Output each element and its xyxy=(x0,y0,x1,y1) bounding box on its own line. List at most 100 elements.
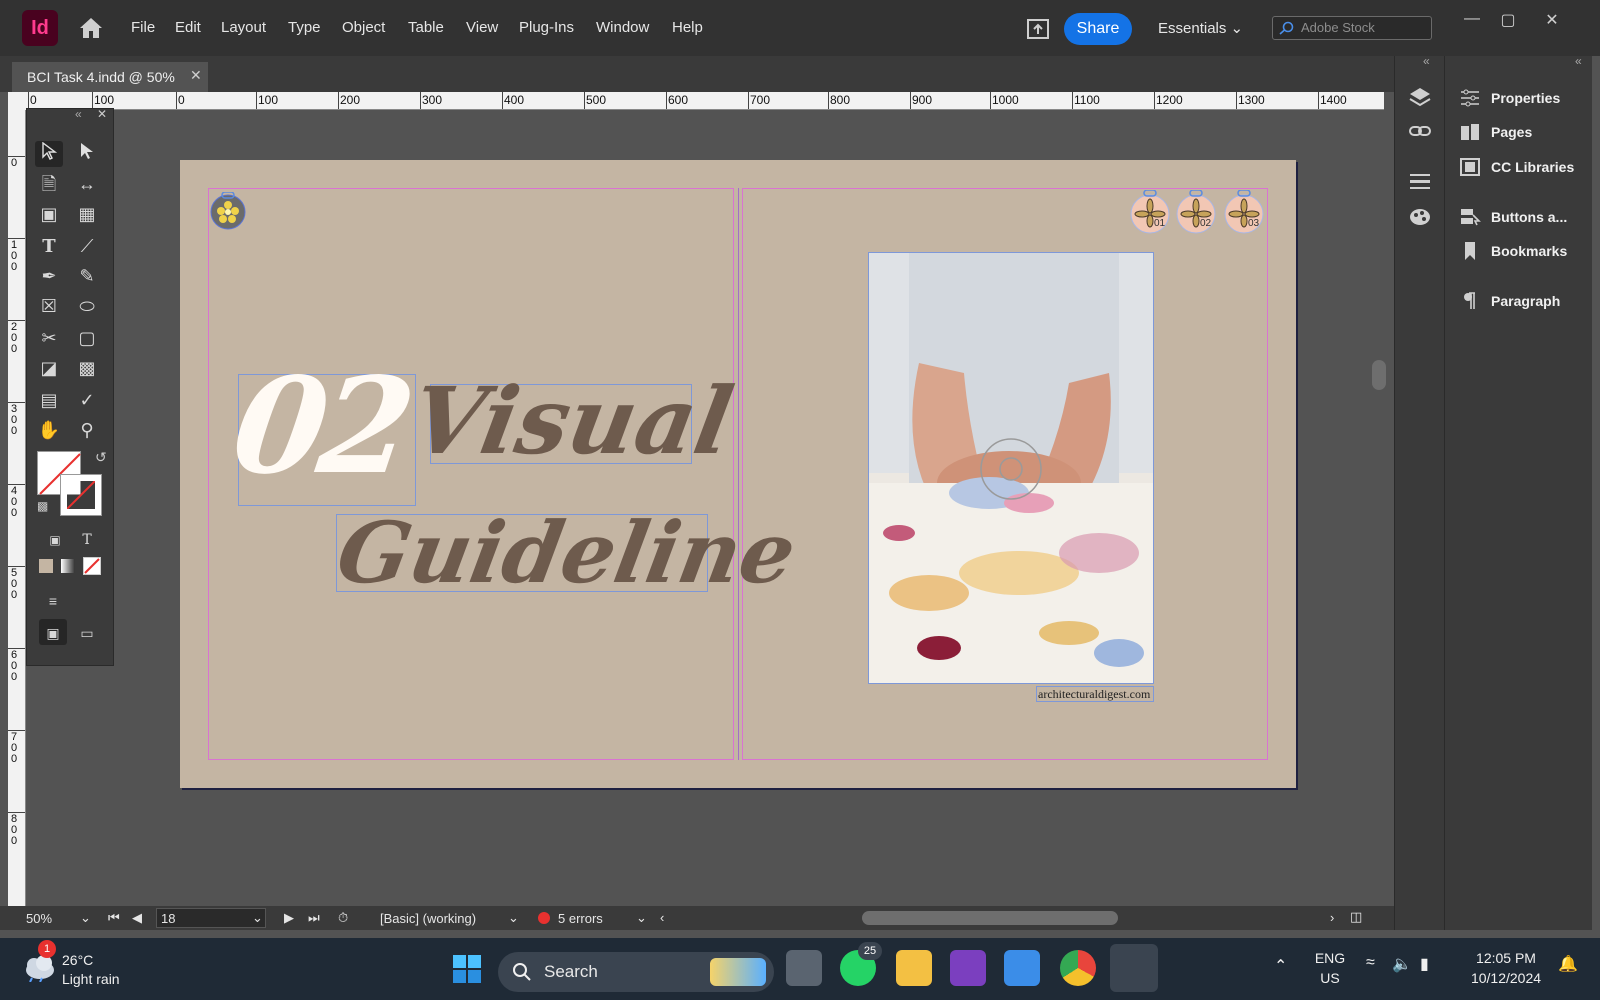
previous-page-icon[interactable]: ◀ xyxy=(132,910,142,926)
content-collector-tool[interactable]: ▣ xyxy=(35,201,63,227)
type-tool[interactable]: T xyxy=(35,233,63,259)
indesign-taskbar-icon[interactable] xyxy=(1110,944,1158,992)
rectangle-frame-tool[interactable]: ☒ xyxy=(35,293,63,319)
nav-badge-02[interactable]: 02 xyxy=(1174,189,1218,234)
page-tool[interactable]: 🗎 xyxy=(35,171,63,197)
zoom-tool[interactable]: ⚲ xyxy=(73,417,101,443)
line-tool[interactable]: ⟋ xyxy=(73,233,101,259)
clock-date[interactable]: 10/12/2024 xyxy=(1456,970,1556,986)
direct-selection-tool[interactable] xyxy=(73,141,101,167)
formatting-affects-container[interactable]: ▣ xyxy=(41,525,69,551)
flower-badge-left[interactable] xyxy=(208,191,248,230)
menu-help[interactable]: Help xyxy=(672,19,703,36)
guideline-text-frame[interactable]: Guideline xyxy=(330,503,803,602)
maximize-button[interactable]: ▢ xyxy=(1496,10,1520,30)
chevron-up-icon[interactable]: ⌃ xyxy=(1274,956,1287,976)
photo-caption[interactable]: architecturaldigest.com xyxy=(1036,686,1154,702)
gradient-feather-tool[interactable]: ▩ xyxy=(73,355,101,381)
open-page-icon[interactable]: ⏱ xyxy=(338,910,348,926)
gap-tool[interactable]: ↔ xyxy=(73,171,101,197)
workspace-switcher[interactable]: Essentials ⌄ xyxy=(1158,19,1243,37)
number-text-frame[interactable]: 02 xyxy=(224,349,418,506)
task-view-icon[interactable] xyxy=(786,950,822,986)
menu-window[interactable]: Window xyxy=(596,19,649,36)
note-tool[interactable]: ▤ xyxy=(35,387,63,413)
panel-pages[interactable]: Pages xyxy=(1445,114,1593,150)
home-icon[interactable] xyxy=(78,16,104,40)
share-button[interactable]: Share xyxy=(1064,13,1132,45)
first-page-icon[interactable]: ⏮ xyxy=(108,910,120,926)
pen-tool[interactable]: ✒ xyxy=(35,263,63,289)
wifi-icon[interactable]: ≈ xyxy=(1366,954,1375,972)
battery-icon[interactable]: ▮ xyxy=(1420,954,1429,974)
menu-view[interactable]: View xyxy=(466,19,498,36)
normal-screen-mode[interactable]: ▣ xyxy=(39,619,67,645)
view-options[interactable]: ≡ xyxy=(39,587,67,613)
zoom-dropdown-icon[interactable]: ⌄ xyxy=(80,910,91,926)
ruler-origin[interactable] xyxy=(8,92,26,110)
menu-table[interactable]: Table xyxy=(408,19,444,36)
hand-tool[interactable]: ✋ xyxy=(35,417,63,443)
eyedropper-tool[interactable]: ✓ xyxy=(73,387,101,413)
scroll-right-icon[interactable]: › xyxy=(1330,910,1334,925)
stroke-icon[interactable] xyxy=(1408,170,1432,192)
panel-buttons-forms[interactable]: Buttons a... xyxy=(1445,199,1593,235)
zoom-level[interactable]: 50% xyxy=(26,911,52,926)
errors-dropdown-icon[interactable]: ⌄ xyxy=(636,910,647,926)
panel-properties[interactable]: Properties xyxy=(1445,80,1593,116)
close-icon[interactable]: ✕ xyxy=(97,107,107,121)
vertical-ruler[interactable]: 0 100 200 300 400 500 600 700 800 xyxy=(8,110,26,906)
language-line2[interactable]: US xyxy=(1310,970,1350,986)
document-tab[interactable]: BCI Task 4.indd @ 50% ✕ xyxy=(12,62,208,92)
collapse-icon[interactable]: « xyxy=(1423,54,1430,68)
adobe-stock-search[interactable]: Adobe Stock xyxy=(1272,16,1432,40)
onenote-icon[interactable] xyxy=(950,950,986,986)
pencil-tool[interactable]: ✎ xyxy=(73,263,101,289)
preflight-errors[interactable]: 5 errors xyxy=(558,911,603,926)
horizontal-ruler[interactable]: 0 100 0 100 200 300 400 500 600 700 800 900 1000 1100… xyxy=(26,92,1384,110)
layers-icon[interactable] xyxy=(1408,86,1432,108)
photo-frame[interactable] xyxy=(868,252,1154,684)
close-tab-icon[interactable]: ✕ xyxy=(190,67,202,84)
start-button[interactable] xyxy=(452,954,482,984)
menu-plugins[interactable]: Plug-Ins xyxy=(519,19,574,36)
free-transform-tool[interactable]: ▢ xyxy=(73,325,101,351)
menu-type[interactable]: Type xyxy=(288,19,321,36)
selection-tool[interactable] xyxy=(35,141,63,167)
language-line1[interactable]: ENG xyxy=(1310,950,1350,966)
document-canvas[interactable]: 02 Visual Guideline 01 02 03 architectur… xyxy=(26,110,1384,906)
apply-gradient-button[interactable] xyxy=(61,559,75,573)
collapse-icon[interactable]: « xyxy=(1575,54,1582,68)
menu-edit[interactable]: Edit xyxy=(175,19,201,36)
apply-color-button[interactable] xyxy=(39,559,53,573)
last-page-icon[interactable]: ⏭ xyxy=(308,910,320,926)
nav-badge-03[interactable]: 03 xyxy=(1222,189,1266,234)
chrome-icon[interactable] xyxy=(1060,950,1096,986)
taskbar-search[interactable]: Search xyxy=(498,952,774,992)
stroke-swatch[interactable] xyxy=(60,474,102,516)
page-number-field[interactable]: 18 xyxy=(156,908,266,928)
next-page-icon[interactable]: ▶ xyxy=(284,910,294,926)
notification-bell-icon[interactable]: 🔔 xyxy=(1558,954,1578,974)
close-button[interactable]: ✕ xyxy=(1540,10,1564,30)
volume-icon[interactable]: 🔈 xyxy=(1392,954,1412,974)
menu-file[interactable]: File xyxy=(131,19,155,36)
default-fill-stroke-icon[interactable]: ▩ xyxy=(37,499,48,513)
visual-text-frame[interactable]: Visual xyxy=(403,367,740,475)
clock-time[interactable]: 12:05 PM xyxy=(1456,950,1556,966)
scroll-left-icon[interactable]: ‹ xyxy=(660,910,664,925)
vertical-scrollbar[interactable] xyxy=(1372,360,1386,390)
content-placer-tool[interactable]: ▦ xyxy=(73,201,101,227)
preflight-profile[interactable]: [Basic] (working) xyxy=(380,911,476,926)
minimize-button[interactable]: — xyxy=(1460,10,1484,30)
links-icon[interactable] xyxy=(1408,120,1432,142)
formatting-affects-text[interactable]: T xyxy=(73,525,101,551)
panel-bookmarks[interactable]: Bookmarks xyxy=(1445,233,1593,269)
preview-screen-mode[interactable]: ▭ xyxy=(73,619,101,645)
page-dropdown-icon[interactable]: ⌄ xyxy=(252,910,263,926)
swap-fill-stroke-icon[interactable]: ↺ xyxy=(95,449,107,466)
swatches-icon[interactable] xyxy=(1408,206,1432,228)
panel-paragraph[interactable]: Paragraph xyxy=(1445,283,1593,319)
split-window-icon[interactable]: ◫ xyxy=(1350,909,1362,925)
publish-online-icon[interactable] xyxy=(1027,19,1049,39)
